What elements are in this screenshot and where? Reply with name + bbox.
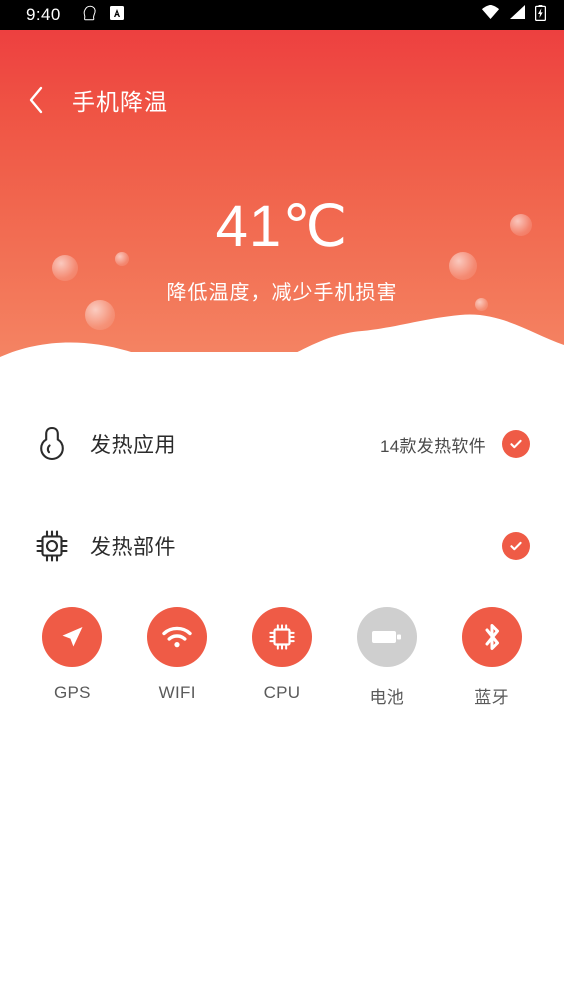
tile-battery[interactable]: 电池 [344, 607, 430, 708]
tile-gps[interactable]: GPS [29, 607, 115, 708]
cpu-chip-icon [269, 624, 295, 650]
back-button[interactable] [10, 74, 62, 126]
list-item-label: 发热部件 [90, 536, 176, 559]
gps-location-icon [62, 627, 83, 647]
check-badge [502, 532, 530, 560]
bluetooth-icon [485, 624, 499, 650]
status-bar-notification-icons [82, 5, 124, 26]
battery-icon [371, 631, 401, 643]
wifi-icon [162, 626, 192, 648]
wifi-icon [481, 5, 500, 25]
cellular-signal-icon [509, 5, 526, 25]
tile-circle [42, 607, 103, 667]
tile-label: CPU [263, 683, 301, 702]
tile-circle [251, 607, 312, 667]
tile-label: 电池 [369, 688, 405, 707]
status-bar: 9:40 [0, 0, 564, 30]
tile-label: WIFI [158, 683, 196, 702]
navigation-bar: 手机降温 [0, 60, 564, 140]
status-bar-system-icons [481, 4, 547, 26]
clipboard-icon [82, 5, 97, 26]
phone-screen: 9:40 手机降温 41℃ 降低温度，减少手机损害 发热应用 14款发热软件 发… [0, 0, 564, 1004]
tile-wifi[interactable]: WIFI [134, 607, 220, 708]
tile-circle [147, 607, 208, 667]
tile-circle [356, 607, 417, 667]
component-tiles: GPS WIFI CPU 电池 蓝牙 [10, 607, 554, 708]
temperature-display: 41℃ 降低温度，减少手机损害 [0, 198, 564, 305]
battery-charging-icon [534, 4, 547, 26]
header-banner: 手机降温 41℃ 降低温度，减少手机损害 [0, 30, 564, 390]
tile-circle [461, 607, 522, 667]
temperature-subtitle: 降低温度，减少手机损害 [166, 282, 398, 304]
thermometer-icon [30, 426, 74, 462]
status-bar-clock: 9:40 [26, 5, 61, 24]
list-item-count: 14款发热软件 [379, 436, 486, 456]
page-title: 手机降温 [72, 89, 168, 115]
tile-cpu[interactable]: CPU [239, 607, 325, 708]
list-item[interactable]: 发热部件 [10, 502, 554, 590]
content-card: 发热应用 14款发热软件 发热部件 GPS WIFI CPU 电池 蓝牙 [10, 352, 554, 772]
check-badge [502, 430, 530, 458]
app-badge-icon [109, 5, 124, 25]
cpu-chip-icon [30, 528, 74, 564]
list-item[interactable]: 发热应用 14款发热软件 [10, 400, 554, 488]
tile-bluetooth[interactable]: 蓝牙 [449, 607, 535, 708]
tile-label: GPS [53, 683, 91, 702]
chevron-left-icon [29, 86, 43, 114]
list-item-label: 发热应用 [90, 434, 176, 457]
check-icon [510, 439, 522, 449]
tile-label: 蓝牙 [474, 688, 509, 707]
temperature-value: 41℃ [215, 194, 349, 259]
check-icon [510, 541, 522, 551]
